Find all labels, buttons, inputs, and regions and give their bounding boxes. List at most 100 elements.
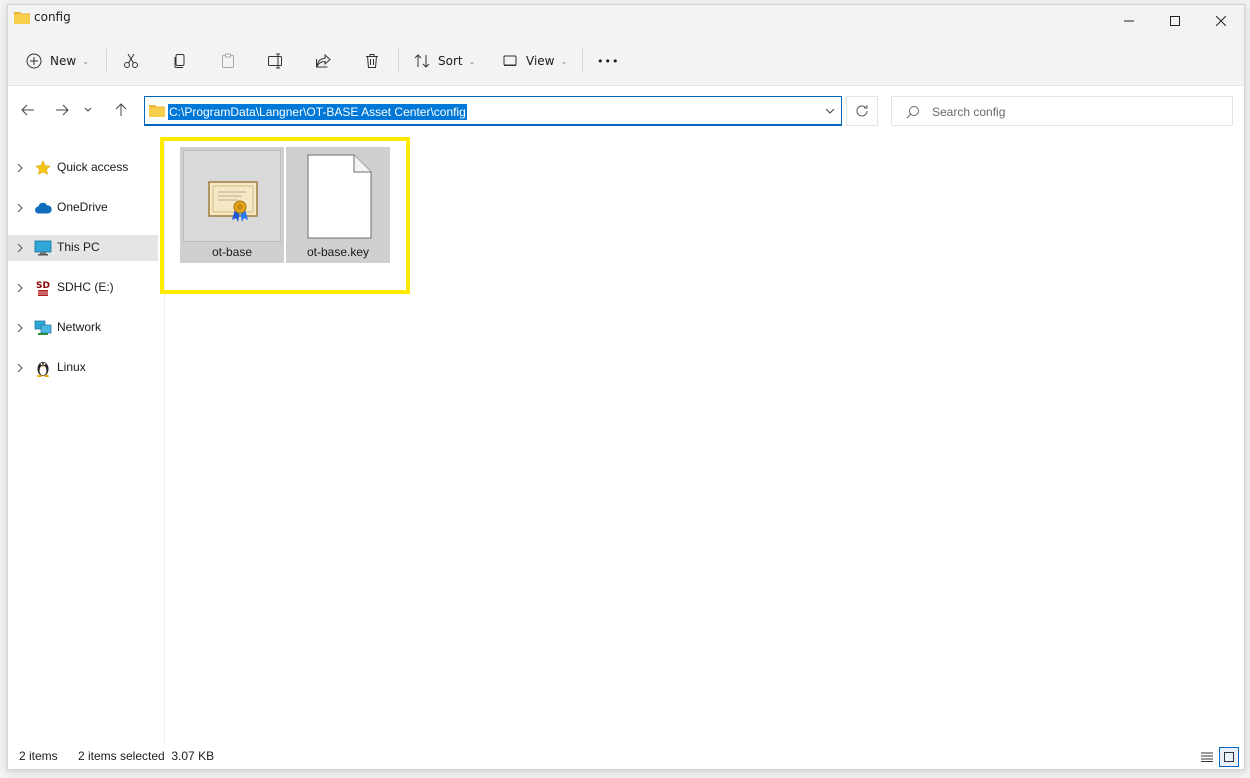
toolbar-separator: [398, 49, 399, 73]
close-icon: [1216, 16, 1226, 26]
details-view-button[interactable]: [1197, 747, 1217, 767]
view-button[interactable]: View ⌄: [502, 37, 567, 85]
folder-icon: [149, 105, 165, 117]
view-icon: [503, 55, 517, 66]
copy-icon: [174, 54, 185, 68]
search-box[interactable]: [891, 96, 1233, 126]
arrow-up-icon: [115, 103, 127, 116]
folder-icon: [14, 12, 30, 24]
status-bar: 2 items 2 items selected 3.07 KB: [8, 745, 1244, 769]
arrow-left-icon: [21, 104, 34, 116]
chevron-right-icon[interactable]: [16, 322, 24, 334]
sidebar-item-label: Linux: [57, 360, 86, 374]
address-bar[interactable]: C:\ProgramData\Langner\OT-BASE Asset Cen…: [144, 96, 842, 126]
sort-icon: [414, 54, 430, 68]
trash-icon: [366, 54, 378, 68]
sidebar-item-quick-access[interactable]: Quick access: [8, 155, 158, 181]
maximize-button[interactable]: [1152, 5, 1198, 37]
refresh-icon: [856, 105, 868, 117]
monitor-icon: [34, 239, 52, 257]
scissors-icon: [124, 53, 138, 68]
list-view-icon: [1201, 752, 1213, 762]
certificate-icon: [208, 181, 258, 222]
chevron-down-icon: ⌄: [82, 56, 89, 66]
star-icon: [34, 159, 52, 177]
sort-button[interactable]: Sort ⌄: [414, 37, 475, 85]
chevron-right-icon[interactable]: [16, 282, 24, 294]
toolbar-separator: [106, 49, 107, 73]
command-bar: New ⌄ Sort ⌄ View ⌄ •••: [8, 37, 1244, 86]
new-label: New: [50, 54, 77, 68]
title-bar: config: [8, 5, 1244, 37]
clipboard-icon: [222, 53, 234, 68]
recent-locations-button[interactable]: [80, 98, 96, 122]
sort-label: Sort: [438, 54, 463, 68]
large-icons-view-button[interactable]: [1219, 747, 1239, 767]
file-thumbnail: [289, 150, 387, 242]
sd-card-icon: SD: [34, 279, 52, 297]
copy-button[interactable]: [172, 37, 188, 85]
chevron-down-icon: [84, 107, 92, 112]
selection-info: 2 items selected 3.07 KB: [78, 749, 215, 763]
new-button[interactable]: New ⌄: [26, 37, 89, 85]
tiles-view-icon: [1224, 752, 1234, 762]
up-button[interactable]: [109, 98, 133, 122]
view-label: View: [526, 54, 555, 68]
share-icon: [316, 53, 331, 68]
rename-icon: [268, 53, 282, 69]
chevron-down-icon: ⌄: [468, 56, 476, 66]
sidebar-item-this-pc[interactable]: This PC: [8, 235, 158, 261]
item-count: 2 items: [19, 749, 58, 763]
svg-text:SD: SD: [36, 281, 50, 291]
plus-circle-icon: [26, 53, 42, 69]
file-explorer-window: config New ⌄ Sort ⌄ View ⌄ ••• C:\Progra…: [7, 4, 1245, 770]
rename-button[interactable]: [267, 37, 285, 85]
window-title: config: [34, 10, 71, 24]
search-icon: [906, 106, 919, 119]
sidebar-item-linux[interactable]: Linux: [8, 355, 158, 381]
chevron-down-icon[interactable]: [825, 104, 835, 118]
file-name: ot-base: [211, 245, 253, 259]
toolbar-separator: [582, 49, 583, 73]
navigation-bar: C:\ProgramData\Langner\OT-BASE Asset Cen…: [8, 86, 1244, 134]
sidebar-item-label: Quick access: [57, 160, 129, 174]
sidebar-item-label: OneDrive: [57, 200, 108, 214]
chevron-right-icon[interactable]: [16, 362, 24, 374]
file-name: ot-base.key: [306, 245, 370, 259]
sidebar-item-label: Network: [57, 320, 102, 334]
penguin-icon: [34, 359, 52, 377]
arrow-right-icon: [56, 104, 69, 116]
file-item-ot-base[interactable]: ot-base: [180, 147, 284, 263]
search-input[interactable]: [930, 103, 1224, 121]
sidebar-item-label: This PC: [57, 240, 100, 254]
minimize-button[interactable]: [1106, 5, 1152, 37]
delete-button[interactable]: [364, 37, 380, 85]
address-path[interactable]: C:\ProgramData\Langner\OT-BASE Asset Cen…: [168, 104, 467, 120]
chevron-right-icon[interactable]: [16, 242, 24, 254]
minimize-icon: [1124, 20, 1134, 22]
file-thumbnail: [183, 150, 281, 242]
back-button[interactable]: [16, 98, 40, 122]
sidebar-item-onedrive[interactable]: OneDrive: [8, 195, 158, 221]
close-button[interactable]: [1198, 5, 1244, 37]
sidebar-item-sdhc[interactable]: SD SDHC (E:): [8, 275, 158, 301]
more-icon: •••: [597, 54, 620, 68]
forward-button[interactable]: [50, 98, 74, 122]
maximize-icon: [1170, 16, 1180, 26]
chevron-down-icon: ⌄: [560, 56, 568, 66]
cloud-icon: [34, 199, 52, 217]
share-button[interactable]: [315, 37, 331, 85]
sidebar-item-network[interactable]: Network: [8, 315, 158, 341]
chevron-right-icon[interactable]: [16, 202, 24, 214]
refresh-button[interactable]: [846, 96, 878, 126]
navigation-pane: Quick access OneDrive This PC SD SDHC (E…: [8, 145, 164, 735]
cut-button[interactable]: [123, 37, 139, 85]
network-icon: [34, 319, 52, 337]
sidebar-item-label: SDHC (E:): [57, 280, 114, 294]
blank-file-icon: [307, 154, 372, 239]
more-options-button[interactable]: •••: [597, 37, 619, 85]
chevron-right-icon[interactable]: [16, 162, 24, 174]
file-item-ot-base-key[interactable]: ot-base.key: [286, 147, 390, 263]
file-list[interactable]: ot-base ot-base.key: [160, 135, 1244, 745]
paste-button[interactable]: [220, 37, 236, 85]
